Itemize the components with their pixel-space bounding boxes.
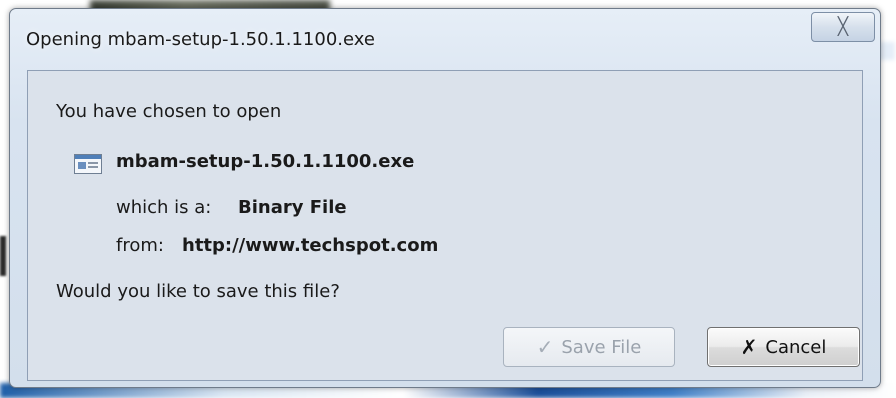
file-type-value: Binary File [238,197,347,218]
file-type-label: which is a: [116,197,212,218]
close-button[interactable]: ╳ [811,12,875,42]
executable-file-icon [74,154,102,174]
dialog-title: Opening mbam-setup-1.50.1.1100.exe [26,29,375,50]
background-blur [0,236,6,276]
source-url: http://www.techspot.com [182,235,439,256]
checkmark-icon: ✓ [536,335,554,359]
cancel-label: Cancel [765,336,827,358]
save-file-label: Save File [561,336,642,358]
x-mark-icon: ✗ [740,335,758,359]
intro-text: You have chosen to open [56,101,282,122]
save-file-button[interactable]: ✓ Save File [503,327,675,367]
file-name: mbam-setup-1.50.1.1100.exe [116,151,415,172]
dialog-content: You have chosen to open mbam-setup-1.50.… [27,70,863,381]
save-question: Would you like to save this file? [56,281,340,302]
cancel-button[interactable]: ✗ Cancel [707,327,860,367]
source-label: from: [116,235,164,256]
download-dialog: Opening mbam-setup-1.50.1.1100.exe ╳ You… [9,8,881,388]
title-bar: Opening mbam-setup-1.50.1.1100.exe ╳ [10,9,880,71]
close-icon: ╳ [837,16,849,37]
